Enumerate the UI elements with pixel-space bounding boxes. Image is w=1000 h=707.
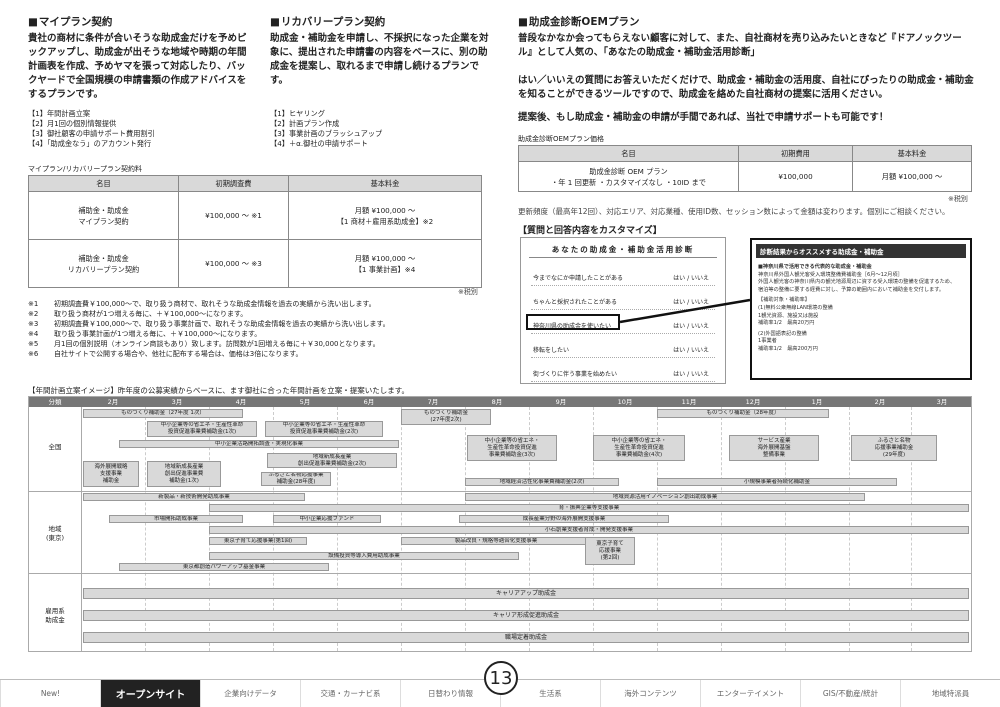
calendar-bar: ものづくり補助金（28年度）: [657, 409, 829, 418]
note-item: ※2 取り扱う商材が1つ増える毎に、＋￥100,000〜になります。: [28, 310, 248, 318]
recovery-plan-list: 【1】ヒヤリング 【2】計画プラン作成 【3】事業計画のブラッシュアップ 【4】…: [270, 109, 490, 149]
tab-entertainment[interactable]: エンターテイメント: [700, 680, 800, 707]
oem-tax-note: ※税別: [948, 195, 968, 203]
table-header: 名目: [28, 175, 179, 192]
plan-fees-table: 名目 初期調査費 基本料金 補助金・助成金 マイプラン契約 ¥100,000 〜 …: [28, 175, 482, 288]
list-item: 【4】「助成金なう」のアカウント発行: [28, 139, 152, 148]
quiz-question: 街づくりに伴う事業を始めたい はい / いいえ: [531, 360, 715, 382]
table-header: 基本料金: [288, 175, 482, 192]
oem-body-1: 普段なかなか会ってもらえない顧客に対して、また、自社商材を売り込みたいときなど『…: [518, 33, 962, 58]
calendar-bar: 地域経済活性化事業費補助金(2次): [465, 478, 619, 486]
tab-overseas[interactable]: 海外コンテンツ: [600, 680, 700, 707]
table-header: 名目: [518, 145, 739, 162]
calendar-bar: 設備投資等導入費用助成事業: [209, 552, 519, 560]
calendar-bar: 中小企業等の省エネ・生産性革命 投資促進事業費補助金(2次): [265, 421, 383, 437]
plan-fees-caption: マイプラン/リカバリープラン契約料: [28, 165, 142, 173]
calendar-bar: サービス産業 海外展開基盤 整備事業: [729, 435, 819, 461]
highlight-box: [526, 314, 620, 330]
note-item: ※3 初期調査費￥100,000〜で、取り扱う事業計画で、取れそうな助成金情報を過…: [28, 320, 390, 328]
oem-body-3: 提案後、もし助成金・補助金の申請が手間であれば、当社で申請サポートも可能です！: [518, 112, 889, 123]
quiz-question: 移転をしたい はい / いいえ: [531, 336, 715, 358]
recovery-plan-body: 助成金・補助金を申請し、不採択になった企業を対象に、提出された申請書の内容をベー…: [270, 33, 489, 86]
calendar-bar: 中小企業応援ファンド: [273, 515, 381, 523]
list-item: 【4】＋α.御社の申請サポート: [270, 139, 368, 148]
oem-fee-note: 更新頻度（最高年12回）、対応エリア、対応業種、使用ID数、セッション数によって…: [518, 207, 950, 216]
result-mockup: 診断結果からオススメする助成金・補助金 ■神奈川県で活用できる代表的な助成金・補…: [750, 238, 972, 380]
list-item: 【3】御社顧客の申請サポート費用割引: [28, 129, 155, 138]
calendar-bar: ふるさと名物 応援事業補助金 (29年度): [851, 435, 937, 461]
calendar-bar: 中小企業等の省エネ・ 生産性革命投資促進 事業費補助金(3次): [467, 435, 557, 461]
calendar-bar: ものづくり補助金 (27年度2次): [401, 409, 491, 425]
note-item: ※5 月1回の個別説明（オンライン商談もあり）致します。訪問数が1回増える毎に＋￥…: [28, 340, 380, 348]
calendar-bar: 中小企業活路開拓調査・実現化事業: [119, 440, 399, 448]
quiz-question: 今までなにか申請したことがある はい / いいえ: [531, 264, 715, 286]
calendar-bar: 小石創業支援者育成・開発支援事業: [209, 526, 969, 534]
calendar-bar: 地域新成長産業 創出促進事業費補助金(2次): [267, 453, 397, 468]
oem-body-2: はい／いいえの質問にお答えいただくだけで、助成金・補助金の活用度、自社にぴったり…: [518, 75, 974, 100]
calendar-bar: 海外展開戦略 支援事業 補助金: [83, 461, 139, 487]
list-item: 【2】計画プラン作成: [270, 119, 340, 128]
note-item: ※1 初期調査費￥100,000〜で、取り扱う商材で、取れそうな助成金情報を過去の…: [28, 300, 376, 308]
list-item: 【1】ヒヤリング: [270, 109, 325, 118]
tab-transport[interactable]: 交通・カーナビ系: [300, 680, 400, 707]
customize-heading: 【質問と回答内容をカスタマイズ】: [518, 226, 662, 236]
list-item: 【1】年間計画立案: [28, 109, 91, 118]
oem-price-table: 名目 初期費用 基本料金 助成金診断 OEM プラン ・年 1 回更新 ・カスタマ…: [518, 145, 972, 192]
calendar-bar: 中小企業等の省エネ・ 生産性革命投資促進 事業費補助金(4次): [593, 435, 685, 461]
tab-gis[interactable]: GIS/不動産/統計: [800, 680, 900, 707]
list-item: 【3】事業計画のブラッシュアップ: [270, 129, 383, 138]
calendar-bar: 地域資源活用イノベーション創出助成事業: [465, 493, 865, 501]
calendar-bar: 東京都創造パワーアップ基金事業: [119, 563, 329, 571]
my-plan-list: 【1】年間計画立案 【2】月1回の個別情報提供 【3】御社顧客の申請サポート費用…: [28, 109, 250, 149]
tab-open-site[interactable]: オープンサイト: [100, 680, 200, 707]
table-row: 補助金・助成金 リカバリープラン契約 ¥100,000 〜 ※3 月額 ¥100,…: [28, 239, 482, 288]
calendar-bar: 育・振興企業等支援事業: [209, 504, 969, 512]
calendar-bar: 新製品・新技術開発助成事業: [83, 493, 305, 501]
recovery-plan-heading: リカバリープラン契約: [270, 14, 490, 29]
calendar-bar: 成長産業分野の海外展開支援事業: [459, 515, 669, 523]
calendar-bar: 職場定着助成金: [83, 632, 969, 643]
my-plan-heading: マイプラン契約: [28, 14, 250, 29]
table-header: 基本料金: [852, 145, 972, 162]
calendar-header: 分類 2月 3月 4月 5月 6月 7月 8月 9月 10月 11月 12月 1…: [29, 397, 971, 407]
table-row: 補助金・助成金 マイプラン契約 ¥100,000 〜 ※1 月額 ¥100,000…: [28, 191, 482, 240]
result-title: 診断結果からオススメする助成金・補助金: [756, 244, 966, 258]
calendar-bar: 東京子育て応援事業(第1回): [209, 537, 307, 545]
tab-correspondent[interactable]: 地域特派員: [900, 680, 1000, 707]
quiz-title: あなたの助成金・補助金活用診断: [529, 244, 717, 258]
my-plan-body: 貴社の商材に条件が合いそうな助成金だけを予めピックアップし、助成金が出そうな地域…: [28, 33, 247, 100]
connector-line: [619, 298, 751, 324]
notes-list: ※1 初期調査費￥100,000〜で、取り扱う商材で、取れそうな助成金情報を過去の…: [28, 299, 498, 359]
note-item: ※6 自社サイトで公開する場合や、他社に配布する場合は、価格は3倍になります。: [28, 350, 303, 358]
table-row: 助成金診断 OEM プラン ・年 1 回更新 ・カスタマイズなし ・10ID まで…: [518, 161, 972, 192]
calendar-bar: キャリアアップ助成金: [83, 588, 969, 599]
tax-note: ※税別: [458, 288, 478, 296]
calendar-bar: 製品改良・規格等適合化支援事業: [401, 537, 591, 545]
calendar-bar: ものづくり補助金（27年度 1次）: [83, 409, 243, 418]
category-label-regional: 地域 (東京): [45, 525, 65, 542]
result-body: ■神奈川県で活用できる代表的な助成金・補助金 神奈川県外国人観光客受入環境整備費…: [758, 264, 956, 352]
table-header: 初期調査費: [178, 175, 289, 192]
calendar-bar: 中小企業等の省エネ・生産性革命 投資促進事業費補助金(1次): [147, 421, 257, 437]
page-number: 13: [484, 661, 518, 695]
oem-heading: 助成金診断OEMプラン: [518, 14, 974, 29]
calendar-bar: ふるさと名物応援事業 補助金(28年度): [261, 472, 331, 486]
list-item: 【2】月1回の個別情報提供: [28, 119, 117, 128]
tab-corporate-data[interactable]: 企業向けデータ: [200, 680, 300, 707]
oem-price-caption: 助成金診断OEMプラン価格: [518, 135, 604, 143]
calendar-bar: 小規模事業者持続化補助金: [657, 478, 897, 486]
category-label-employment: 雇用系 助成金: [45, 607, 65, 624]
calendar-bar: キャリア形成促進助成金: [83, 610, 969, 621]
note-item: ※4 取り扱う事業計画が1つ増える毎に、＋￥100,000〜になります。: [28, 330, 262, 338]
annual-calendar: 分類 2月 3月 4月 5月 6月 7月 8月 9月 10月 11月 12月 1…: [28, 396, 972, 652]
table-header: 初期費用: [738, 145, 853, 162]
calendar-bar: 東京子育て 応援事業 (第2回): [585, 537, 635, 565]
calendar-bar: 地域新成長産業 創出促進事業費 補助金(1次): [147, 461, 221, 487]
calendar-bar: 市場開拓助成事業: [109, 515, 243, 523]
calendar-caption: 【年間計画立案イメージ】昨年度の公募実績からベースに、ます御社に合った年間計画を…: [28, 386, 409, 395]
category-label-national: 全国: [48, 443, 62, 451]
tab-new[interactable]: New!: [0, 680, 100, 707]
